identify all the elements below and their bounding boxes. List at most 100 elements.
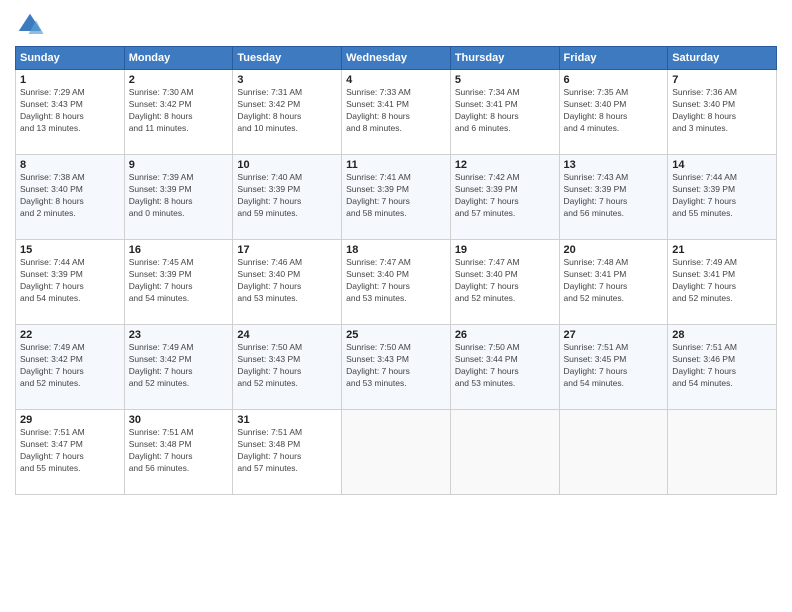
day-number: 6 <box>564 74 664 86</box>
calendar-cell: 9Sunrise: 7:39 AM Sunset: 3:39 PM Daylig… <box>124 155 233 240</box>
weekday-tuesday: Tuesday <box>233 47 342 70</box>
calendar-cell: 16Sunrise: 7:45 AM Sunset: 3:39 PM Dayli… <box>124 240 233 325</box>
day-number: 25 <box>346 329 446 341</box>
day-info: Sunrise: 7:33 AM Sunset: 3:41 PM Dayligh… <box>346 87 446 135</box>
day-info: Sunrise: 7:51 AM Sunset: 3:46 PM Dayligh… <box>672 342 772 390</box>
day-info: Sunrise: 7:44 AM Sunset: 3:39 PM Dayligh… <box>672 172 772 220</box>
day-number: 7 <box>672 74 772 86</box>
calendar-cell: 15Sunrise: 7:44 AM Sunset: 3:39 PM Dayli… <box>16 240 125 325</box>
day-info: Sunrise: 7:49 AM Sunset: 3:42 PM Dayligh… <box>129 342 229 390</box>
calendar-cell <box>668 410 777 495</box>
day-info: Sunrise: 7:51 AM Sunset: 3:47 PM Dayligh… <box>20 427 120 475</box>
day-number: 29 <box>20 414 120 426</box>
day-info: Sunrise: 7:38 AM Sunset: 3:40 PM Dayligh… <box>20 172 120 220</box>
logo <box>15 10 47 40</box>
calendar-cell: 7Sunrise: 7:36 AM Sunset: 3:40 PM Daylig… <box>668 70 777 155</box>
day-number: 24 <box>237 329 337 341</box>
day-info: Sunrise: 7:41 AM Sunset: 3:39 PM Dayligh… <box>346 172 446 220</box>
day-info: Sunrise: 7:36 AM Sunset: 3:40 PM Dayligh… <box>672 87 772 135</box>
day-number: 20 <box>564 244 664 256</box>
day-number: 14 <box>672 159 772 171</box>
weekday-thursday: Thursday <box>450 47 559 70</box>
calendar-cell: 27Sunrise: 7:51 AM Sunset: 3:45 PM Dayli… <box>559 325 668 410</box>
day-number: 9 <box>129 159 229 171</box>
calendar-cell: 6Sunrise: 7:35 AM Sunset: 3:40 PM Daylig… <box>559 70 668 155</box>
day-info: Sunrise: 7:49 AM Sunset: 3:42 PM Dayligh… <box>20 342 120 390</box>
calendar-cell: 18Sunrise: 7:47 AM Sunset: 3:40 PM Dayli… <box>342 240 451 325</box>
calendar-cell: 2Sunrise: 7:30 AM Sunset: 3:42 PM Daylig… <box>124 70 233 155</box>
calendar-cell: 1Sunrise: 7:29 AM Sunset: 3:43 PM Daylig… <box>16 70 125 155</box>
day-number: 27 <box>564 329 664 341</box>
day-number: 26 <box>455 329 555 341</box>
header <box>15 10 777 40</box>
day-info: Sunrise: 7:40 AM Sunset: 3:39 PM Dayligh… <box>237 172 337 220</box>
day-info: Sunrise: 7:50 AM Sunset: 3:44 PM Dayligh… <box>455 342 555 390</box>
day-info: Sunrise: 7:43 AM Sunset: 3:39 PM Dayligh… <box>564 172 664 220</box>
day-number: 28 <box>672 329 772 341</box>
calendar-cell: 25Sunrise: 7:50 AM Sunset: 3:43 PM Dayli… <box>342 325 451 410</box>
weekday-friday: Friday <box>559 47 668 70</box>
calendar-cell: 26Sunrise: 7:50 AM Sunset: 3:44 PM Dayli… <box>450 325 559 410</box>
calendar-cell: 4Sunrise: 7:33 AM Sunset: 3:41 PM Daylig… <box>342 70 451 155</box>
day-number: 18 <box>346 244 446 256</box>
day-info: Sunrise: 7:51 AM Sunset: 3:45 PM Dayligh… <box>564 342 664 390</box>
day-info: Sunrise: 7:29 AM Sunset: 3:43 PM Dayligh… <box>20 87 120 135</box>
calendar-cell: 8Sunrise: 7:38 AM Sunset: 3:40 PM Daylig… <box>16 155 125 240</box>
weekday-wednesday: Wednesday <box>342 47 451 70</box>
day-number: 4 <box>346 74 446 86</box>
page-container: SundayMondayTuesdayWednesdayThursdayFrid… <box>0 0 792 500</box>
calendar-cell: 3Sunrise: 7:31 AM Sunset: 3:42 PM Daylig… <box>233 70 342 155</box>
calendar-table: SundayMondayTuesdayWednesdayThursdayFrid… <box>15 46 777 495</box>
weekday-sunday: Sunday <box>16 47 125 70</box>
day-info: Sunrise: 7:50 AM Sunset: 3:43 PM Dayligh… <box>346 342 446 390</box>
day-number: 15 <box>20 244 120 256</box>
calendar-cell <box>450 410 559 495</box>
day-number: 31 <box>237 414 337 426</box>
day-info: Sunrise: 7:46 AM Sunset: 3:40 PM Dayligh… <box>237 257 337 305</box>
calendar-cell: 30Sunrise: 7:51 AM Sunset: 3:48 PM Dayli… <box>124 410 233 495</box>
day-number: 8 <box>20 159 120 171</box>
calendar-week-2: 8Sunrise: 7:38 AM Sunset: 3:40 PM Daylig… <box>16 155 777 240</box>
calendar-cell: 10Sunrise: 7:40 AM Sunset: 3:39 PM Dayli… <box>233 155 342 240</box>
calendar-cell: 22Sunrise: 7:49 AM Sunset: 3:42 PM Dayli… <box>16 325 125 410</box>
calendar-cell: 17Sunrise: 7:46 AM Sunset: 3:40 PM Dayli… <box>233 240 342 325</box>
day-number: 11 <box>346 159 446 171</box>
day-number: 17 <box>237 244 337 256</box>
day-number: 23 <box>129 329 229 341</box>
day-number: 2 <box>129 74 229 86</box>
day-info: Sunrise: 7:45 AM Sunset: 3:39 PM Dayligh… <box>129 257 229 305</box>
weekday-header-row: SundayMondayTuesdayWednesdayThursdayFrid… <box>16 47 777 70</box>
day-info: Sunrise: 7:48 AM Sunset: 3:41 PM Dayligh… <box>564 257 664 305</box>
calendar-cell <box>342 410 451 495</box>
day-number: 5 <box>455 74 555 86</box>
calendar-cell: 19Sunrise: 7:47 AM Sunset: 3:40 PM Dayli… <box>450 240 559 325</box>
calendar-header: SundayMondayTuesdayWednesdayThursdayFrid… <box>16 47 777 70</box>
calendar-cell: 14Sunrise: 7:44 AM Sunset: 3:39 PM Dayli… <box>668 155 777 240</box>
calendar-body: 1Sunrise: 7:29 AM Sunset: 3:43 PM Daylig… <box>16 70 777 495</box>
day-info: Sunrise: 7:51 AM Sunset: 3:48 PM Dayligh… <box>237 427 337 475</box>
calendar-cell: 21Sunrise: 7:49 AM Sunset: 3:41 PM Dayli… <box>668 240 777 325</box>
calendar-cell: 13Sunrise: 7:43 AM Sunset: 3:39 PM Dayli… <box>559 155 668 240</box>
calendar-week-3: 15Sunrise: 7:44 AM Sunset: 3:39 PM Dayli… <box>16 240 777 325</box>
day-info: Sunrise: 7:50 AM Sunset: 3:43 PM Dayligh… <box>237 342 337 390</box>
logo-icon <box>15 10 45 40</box>
calendar-week-4: 22Sunrise: 7:49 AM Sunset: 3:42 PM Dayli… <box>16 325 777 410</box>
day-number: 3 <box>237 74 337 86</box>
day-info: Sunrise: 7:34 AM Sunset: 3:41 PM Dayligh… <box>455 87 555 135</box>
day-number: 10 <box>237 159 337 171</box>
calendar-cell: 28Sunrise: 7:51 AM Sunset: 3:46 PM Dayli… <box>668 325 777 410</box>
day-info: Sunrise: 7:35 AM Sunset: 3:40 PM Dayligh… <box>564 87 664 135</box>
calendar-cell: 29Sunrise: 7:51 AM Sunset: 3:47 PM Dayli… <box>16 410 125 495</box>
calendar-cell: 23Sunrise: 7:49 AM Sunset: 3:42 PM Dayli… <box>124 325 233 410</box>
calendar-cell: 11Sunrise: 7:41 AM Sunset: 3:39 PM Dayli… <box>342 155 451 240</box>
calendar-cell <box>559 410 668 495</box>
calendar-week-1: 1Sunrise: 7:29 AM Sunset: 3:43 PM Daylig… <box>16 70 777 155</box>
day-number: 16 <box>129 244 229 256</box>
day-number: 21 <box>672 244 772 256</box>
weekday-monday: Monday <box>124 47 233 70</box>
calendar-week-5: 29Sunrise: 7:51 AM Sunset: 3:47 PM Dayli… <box>16 410 777 495</box>
day-info: Sunrise: 7:51 AM Sunset: 3:48 PM Dayligh… <box>129 427 229 475</box>
day-number: 19 <box>455 244 555 256</box>
calendar-cell: 20Sunrise: 7:48 AM Sunset: 3:41 PM Dayli… <box>559 240 668 325</box>
day-number: 22 <box>20 329 120 341</box>
